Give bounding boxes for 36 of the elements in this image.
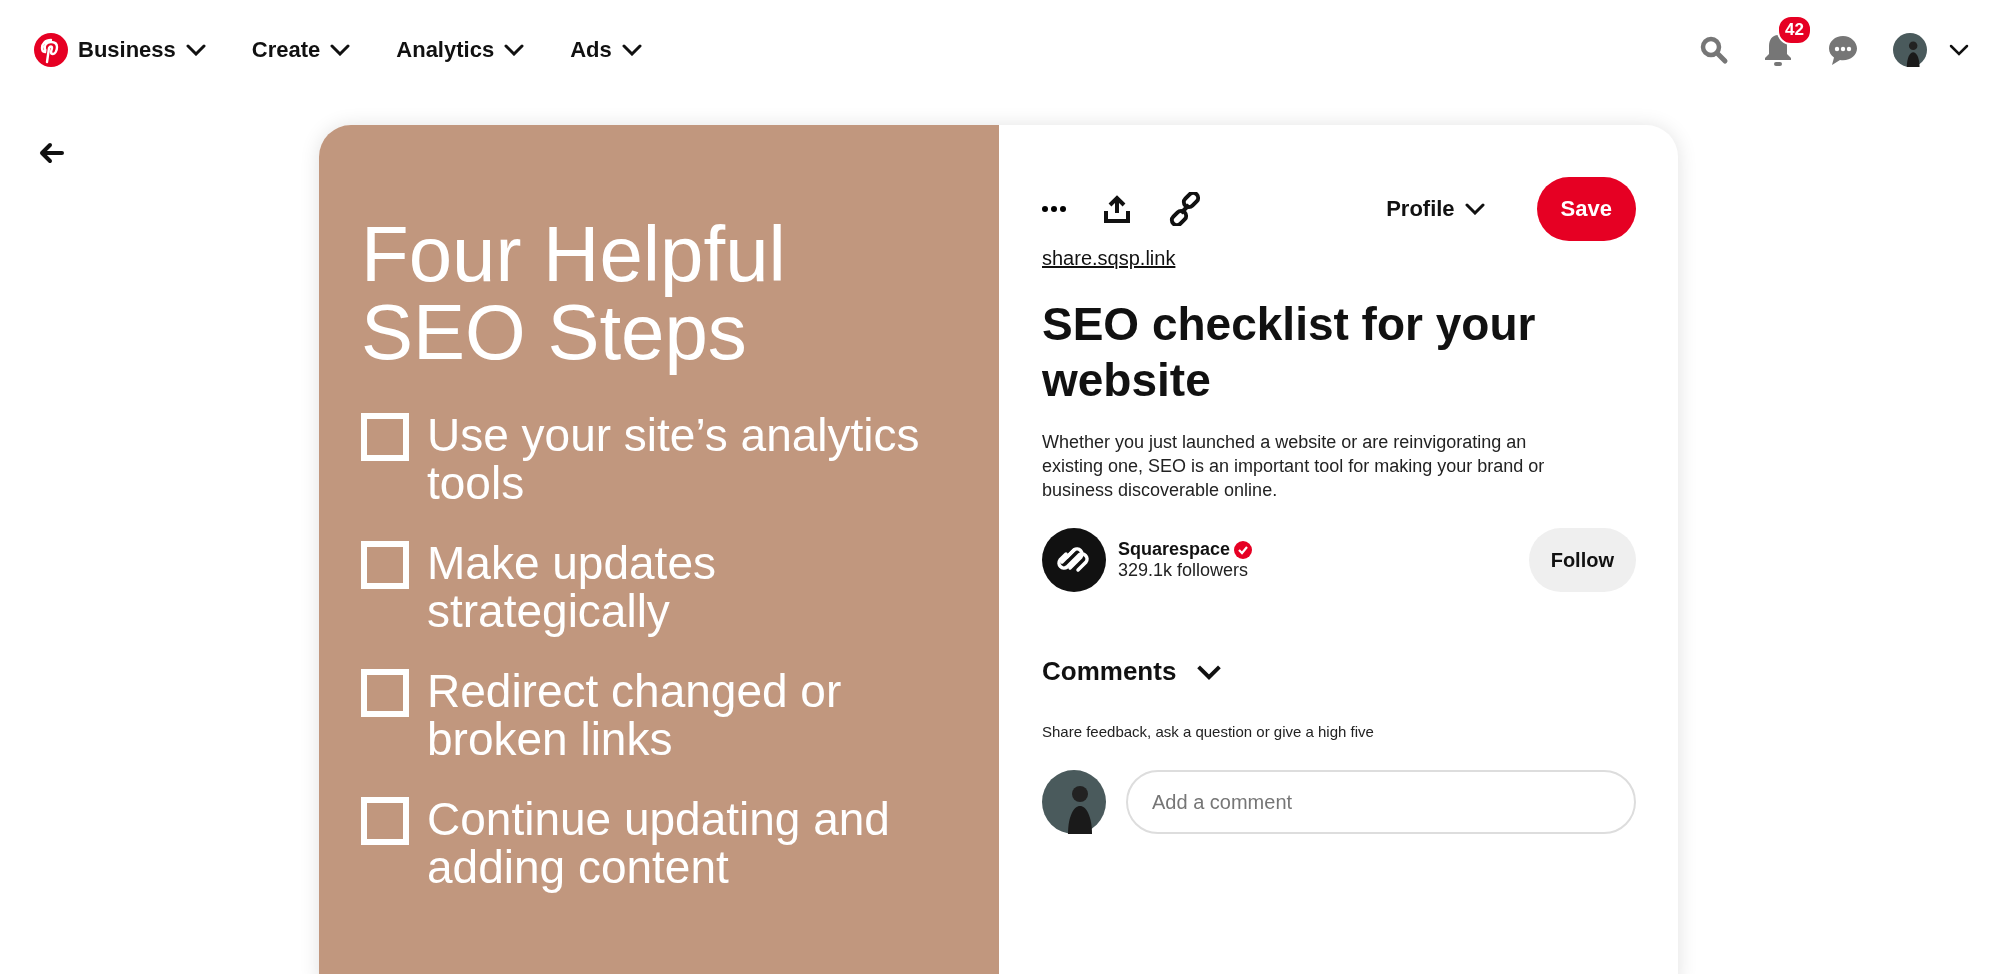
more-icon[interactable] (1042, 205, 1066, 213)
logo-icon (34, 33, 68, 67)
link-icon[interactable] (1168, 192, 1202, 226)
save-button[interactable]: Save (1536, 177, 1636, 241)
chevron-down-icon (1464, 203, 1485, 215)
comments-hint: Share feedback, ask a question or give a high five (1042, 723, 1375, 740)
user-avatar (1042, 770, 1106, 834)
checklist-text: Redirect changed or broken links (427, 667, 843, 763)
follow-button[interactable]: Follow (1528, 528, 1636, 592)
search-icon[interactable] (1699, 35, 1729, 65)
checklist-text: Continue updating and adding content (427, 795, 891, 891)
chevron-down-icon (1949, 44, 1969, 56)
follower-count: 329.1k followers (1118, 560, 1250, 581)
checklist-text: Make updates strategically (427, 539, 717, 635)
back-arrow-icon[interactable] (38, 142, 64, 164)
chevron-down-icon (621, 44, 642, 56)
pin-title: SEO checklist for your website (1042, 297, 1537, 408)
comments-toggle[interactable]: Comments (1042, 656, 1223, 687)
chevron-down-icon (504, 44, 525, 56)
checklist-text: Use your site’s analytics tools (427, 411, 921, 507)
chevron-down-icon (330, 44, 351, 56)
account-button[interactable] (1893, 33, 1969, 67)
author-name[interactable]: Squarespace (1118, 539, 1231, 560)
chevron-down-icon (185, 44, 206, 56)
comment-field[interactable]: Add a comment (1126, 770, 1636, 834)
board-dropdown[interactable]: Profile (1386, 196, 1485, 222)
messages-icon[interactable] (1827, 34, 1859, 66)
source-link[interactable]: share.sqsp.link (1042, 247, 1176, 270)
nav-menu[interactable]: Analytics (396, 37, 525, 63)
share-icon[interactable] (1104, 195, 1130, 223)
chevron-down-icon (1196, 663, 1223, 680)
nav-menu[interactable]: Create (251, 37, 351, 63)
pin-description: Whether you just launched a website or are reinvigorating an existing one, SEO is an important tool for making your brand or business discoverable online. (1042, 431, 1546, 502)
nav-menu[interactable]: Business (34, 33, 206, 67)
notification-badge: 42 (1777, 15, 1812, 45)
nav-menu[interactable]: Ads (570, 37, 642, 63)
